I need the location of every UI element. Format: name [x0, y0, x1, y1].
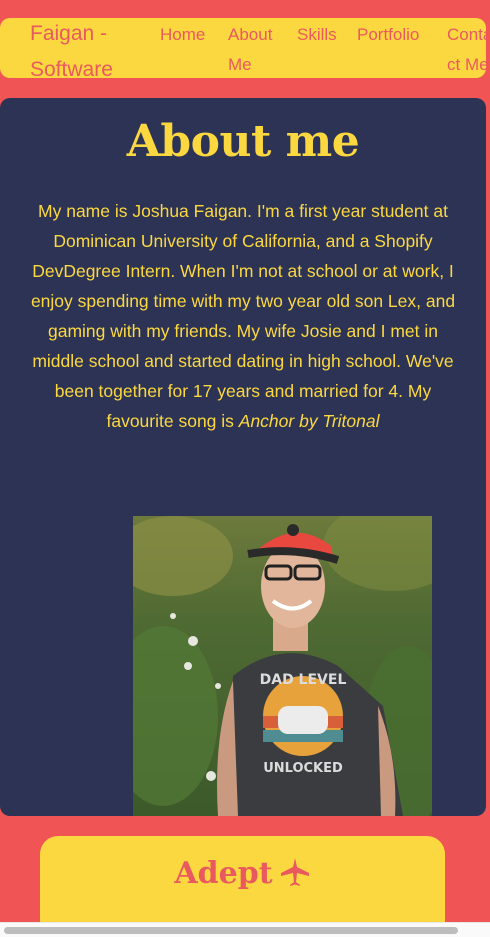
shirt-text-bottom: UNLOCKED [263, 761, 343, 776]
about-paragraph: My name is Joshua Faigan. I'm a first ye… [30, 196, 456, 436]
nav-link-contact[interactable]: Contact Me [447, 20, 490, 80]
skills-card: Adept [40, 836, 445, 936]
about-section: About me My name is Joshua Faigan. I'm a… [0, 98, 486, 816]
shirt-text-top: DAD LEVEL [260, 672, 347, 688]
horizontal-scrollbar[interactable] [0, 922, 490, 937]
horizontal-scrollbar-thumb[interactable] [4, 927, 458, 934]
nav-link-portfolio[interactable]: Portfolio [357, 20, 437, 50]
profile-photo: DAD LEVEL UNLOCKED [133, 516, 432, 816]
about-title: About me [126, 116, 360, 167]
nav-link-about[interactable]: About Me [228, 20, 288, 80]
about-text: My name is Joshua Faigan. I'm a first ye… [30, 201, 456, 431]
nav-link-skills[interactable]: Skills [297, 20, 347, 50]
navbar: Faigan - Software Developer Home About M… [0, 18, 490, 117]
skills-title-text: Adept [174, 856, 273, 891]
nav-link-home[interactable]: Home [160, 20, 220, 50]
vertical-scrollbar[interactable] [486, 0, 490, 922]
skills-title: Adept [40, 856, 445, 891]
favourite-song: Anchor by Tritonal [238, 411, 380, 431]
airplane-icon [280, 858, 309, 886]
